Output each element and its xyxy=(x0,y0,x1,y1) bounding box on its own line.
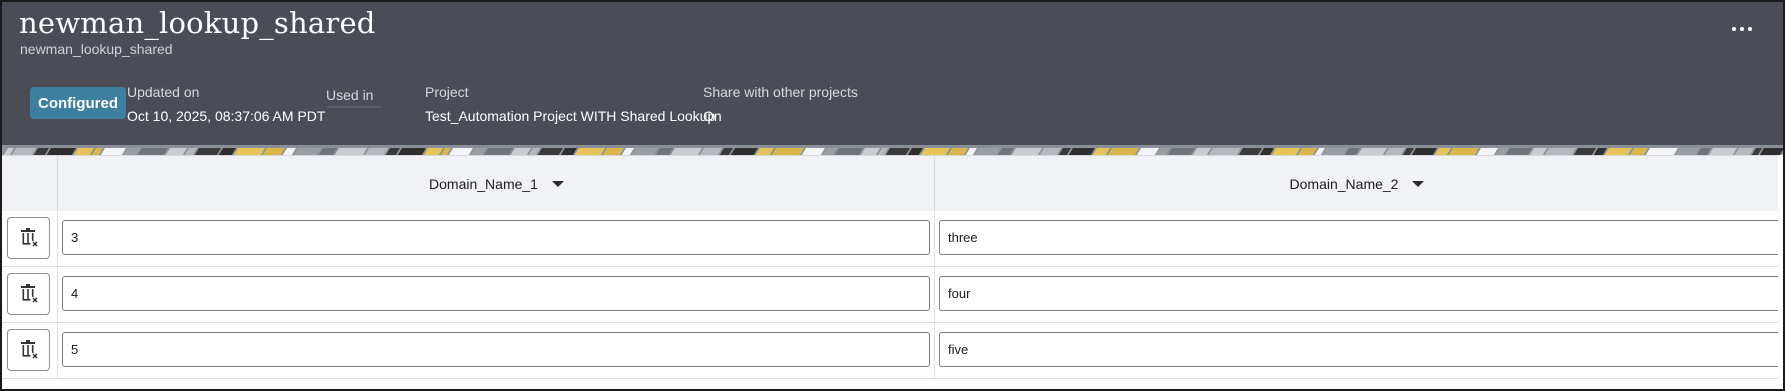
more-actions-button[interactable] xyxy=(1724,14,1760,44)
domain-name-2-input[interactable] xyxy=(939,332,1783,367)
share-label: Share with other projects xyxy=(703,84,858,100)
updated-on-label: Updated on xyxy=(127,84,200,100)
status-badge: Configured xyxy=(30,87,126,119)
used-in-label: Used in xyxy=(326,87,374,103)
domain-name-2-input[interactable] xyxy=(939,220,1783,255)
share-field: Share with other projects On xyxy=(703,84,858,124)
delete-row-icon xyxy=(20,340,38,359)
caret-down-icon xyxy=(1412,180,1425,187)
decorative-banner xyxy=(2,145,1783,155)
table-header: Domain_Name_1 Domain_Name_2 xyxy=(2,155,1778,212)
banner-pattern xyxy=(2,148,1783,155)
table-row xyxy=(2,267,1783,323)
delete-row-icon xyxy=(20,228,38,247)
updated-on-field: Updated on Oct 10, 2025, 08:37:06 AM PDT xyxy=(127,84,325,124)
delete-row-button[interactable] xyxy=(7,329,50,371)
domain-name-1-input[interactable] xyxy=(62,220,930,255)
project-field: Project Test_Automation Project WITH Sha… xyxy=(425,84,715,124)
page-header: newman_lookup_shared newman_lookup_share… xyxy=(2,2,1783,145)
column-header-label: Domain_Name_2 xyxy=(1289,175,1399,192)
page-title: newman_lookup_shared xyxy=(19,6,376,40)
share-value: On xyxy=(703,108,722,124)
lookup-page: newman_lookup_shared newman_lookup_share… xyxy=(0,0,1785,391)
domain-name-1-input[interactable] xyxy=(62,332,930,367)
delete-row-icon xyxy=(20,284,38,303)
column-header-domain-name-1[interactable]: Domain_Name_1 xyxy=(57,156,935,211)
scrollbar[interactable] xyxy=(1778,155,1783,389)
ellipsis-icon xyxy=(1732,27,1752,31)
table-row xyxy=(2,323,1783,379)
updated-on-value: Oct 10, 2025, 08:37:06 AM PDT xyxy=(127,108,326,124)
used-in-field: Used in xyxy=(326,84,386,112)
page-subtitle: newman_lookup_shared xyxy=(20,41,173,57)
domain-name-1-input[interactable] xyxy=(62,276,930,311)
caret-down-icon xyxy=(551,180,564,187)
delete-row-button[interactable] xyxy=(7,273,50,315)
project-label: Project xyxy=(425,84,469,100)
column-header-label: Domain_Name_1 xyxy=(429,175,538,192)
table-row xyxy=(2,211,1783,267)
used-in-value xyxy=(326,106,386,112)
domain-name-2-input[interactable] xyxy=(939,276,1783,311)
delete-row-button[interactable] xyxy=(7,217,50,259)
project-value: Test_Automation Project WITH Shared Look… xyxy=(425,108,716,124)
column-header-domain-name-2[interactable]: Domain_Name_2 xyxy=(934,156,1779,211)
